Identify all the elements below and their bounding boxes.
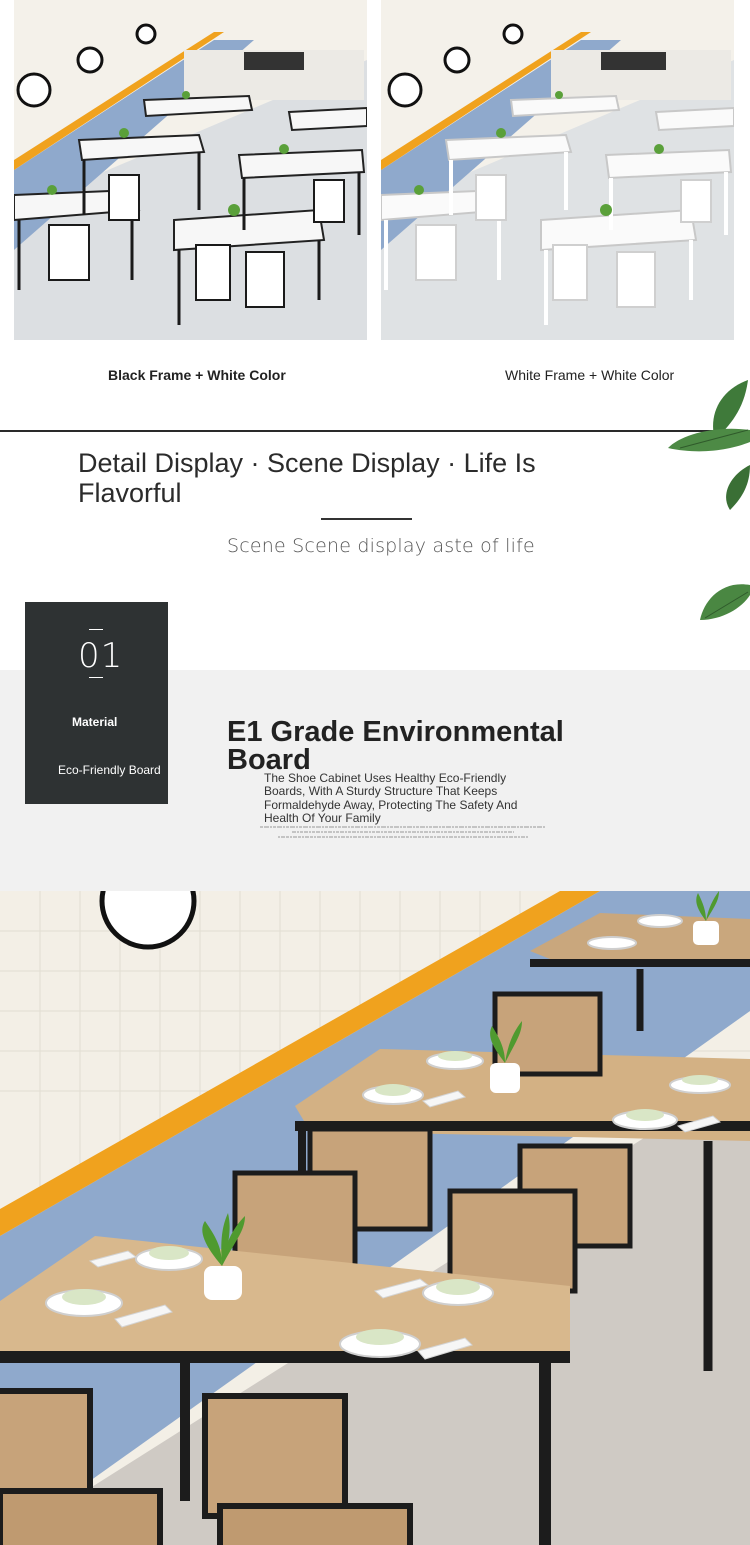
scene-photo bbox=[0, 891, 750, 1545]
card-number: 01 bbox=[78, 636, 124, 676]
card-tick-bottom bbox=[89, 677, 103, 678]
card-tick-top bbox=[89, 629, 103, 630]
feature-title: E1 Grade Environmental Board bbox=[227, 716, 564, 776]
card-label: Material bbox=[72, 715, 118, 729]
card-description: Eco-Friendly Board bbox=[58, 763, 161, 777]
fine-print-texture bbox=[258, 824, 548, 844]
material-card: 01 Material Eco-Friendly Board bbox=[25, 602, 168, 804]
variant-caption-black-frame: Black Frame + White Color bbox=[108, 367, 286, 383]
section-headline: Detail Display · Scene Display · Life Is… bbox=[78, 448, 536, 508]
section-subtitle: Scene Scene display aste of life bbox=[227, 535, 535, 557]
variant-photo-black-frame bbox=[14, 0, 367, 340]
headline-underline bbox=[321, 518, 412, 520]
variant-caption-white-frame: White Frame + White Color bbox=[505, 367, 675, 383]
plant-leaf-icon bbox=[660, 370, 750, 660]
feature-body: The Shoe Cabinet Uses Healthy Eco-Friend… bbox=[264, 771, 518, 826]
variant-photo-white-frame bbox=[381, 0, 734, 340]
section-divider bbox=[0, 430, 750, 432]
